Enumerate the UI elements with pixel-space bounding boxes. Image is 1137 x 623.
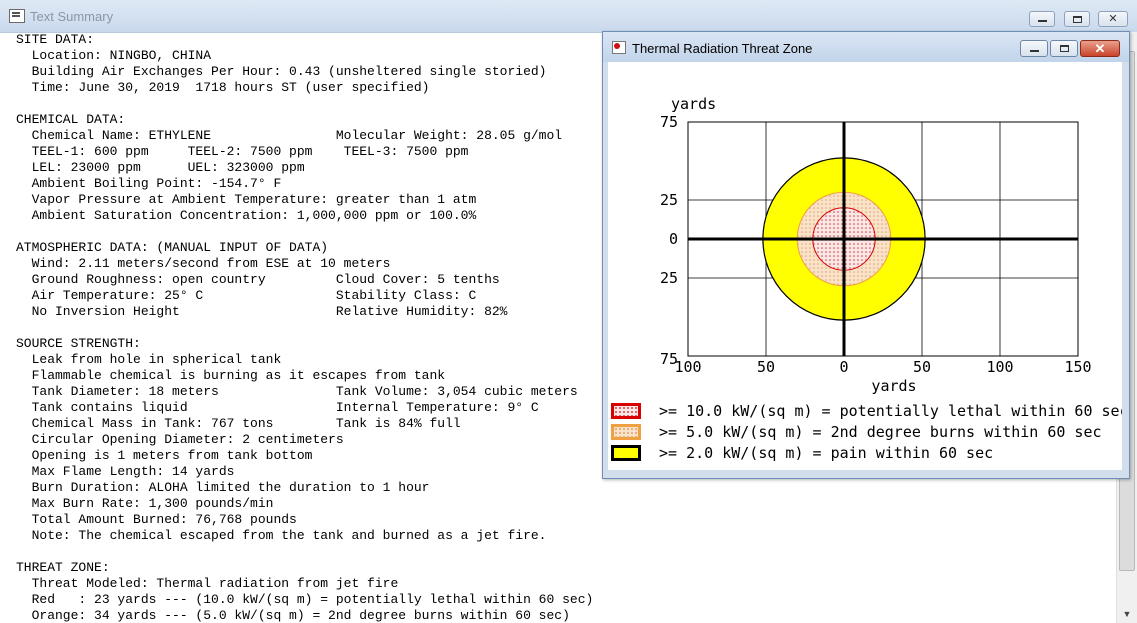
threat-zone-legend: >= 10.0 kW/(sq m) = potentially lethal w…: [610, 401, 1122, 464]
threat-zone-chart: yards yards 100 50 0 50 100 150 75 25 0 25 75: [660, 95, 1092, 395]
minimize-icon: [1037, 20, 1047, 23]
y-axis-label: yards: [671, 95, 716, 113]
minimize-icon: [1029, 49, 1039, 52]
threat-zone-title: Thermal Radiation Threat Zone: [632, 41, 813, 56]
window-title: Text Summary: [30, 9, 114, 24]
maximize-button[interactable]: [1064, 11, 1090, 27]
threat-zone-plot-area: yards yards 100 50 0 50 100 150 75 25 0 25 75 >= …: [608, 62, 1122, 470]
aloha-app-icon: [612, 41, 626, 54]
legend-item-orange: >= 5.0 kW/(sq m) = 2nd degree burns with…: [610, 422, 1122, 443]
y-tick-label: 75: [660, 350, 678, 368]
x-tick-label: 50: [757, 358, 775, 376]
y-tick-label: 75: [660, 113, 678, 131]
red-zone-swatch: [611, 403, 641, 419]
summary-text: SITE DATA: Location: NINGBO, CHINA Build…: [16, 32, 594, 623]
legend-item-red: >= 10.0 kW/(sq m) = potentially lethal w…: [610, 401, 1122, 422]
yellow-zone-swatch: [611, 445, 641, 461]
document-icon: [9, 9, 25, 23]
y-tick-label: 25: [660, 269, 678, 287]
close-icon: ✕: [1094, 41, 1106, 56]
window-frame-right: [1122, 62, 1129, 478]
legend-item-yellow: >= 2.0 kW/(sq m) = pain within 60 sec: [610, 443, 1122, 464]
title-bar[interactable]: Text Summary ✕: [0, 0, 1137, 33]
minimize-button[interactable]: [1029, 11, 1055, 27]
x-tick-label: 50: [913, 358, 931, 376]
close-button[interactable]: ✕: [1098, 11, 1128, 27]
window-frame-bottom: [603, 470, 1129, 478]
legend-label-red: >= 10.0 kW/(sq m) = potentially lethal w…: [659, 402, 1122, 420]
legend-label-orange: >= 5.0 kW/(sq m) = 2nd degree burns with…: [659, 423, 1102, 441]
x-tick-label: 100: [674, 358, 701, 376]
maximize-icon: [1072, 15, 1082, 23]
orange-zone-swatch: [611, 424, 641, 440]
y-tick-label: 0: [669, 230, 678, 248]
threat-zone-window: Thermal Radiation Threat Zone ✕ yards ya…: [602, 31, 1130, 479]
legend-label-yellow: >= 2.0 kW/(sq m) = pain within 60 sec: [659, 444, 994, 462]
threat-maximize-button[interactable]: [1050, 40, 1078, 57]
x-axis-label: yards: [871, 377, 916, 395]
close-icon: ✕: [1108, 13, 1118, 25]
threat-close-button[interactable]: ✕: [1080, 40, 1120, 57]
threat-zone-title-bar[interactable]: Thermal Radiation Threat Zone ✕: [603, 32, 1129, 62]
scroll-down-arrow-icon[interactable]: ▼: [1117, 606, 1137, 623]
maximize-icon: [1059, 45, 1069, 53]
x-tick-label: 100: [986, 358, 1013, 376]
x-tick-label: 0: [839, 358, 848, 376]
y-tick-label: 25: [660, 191, 678, 209]
x-tick-label: 150: [1064, 358, 1091, 376]
threat-minimize-button[interactable]: [1020, 40, 1048, 57]
